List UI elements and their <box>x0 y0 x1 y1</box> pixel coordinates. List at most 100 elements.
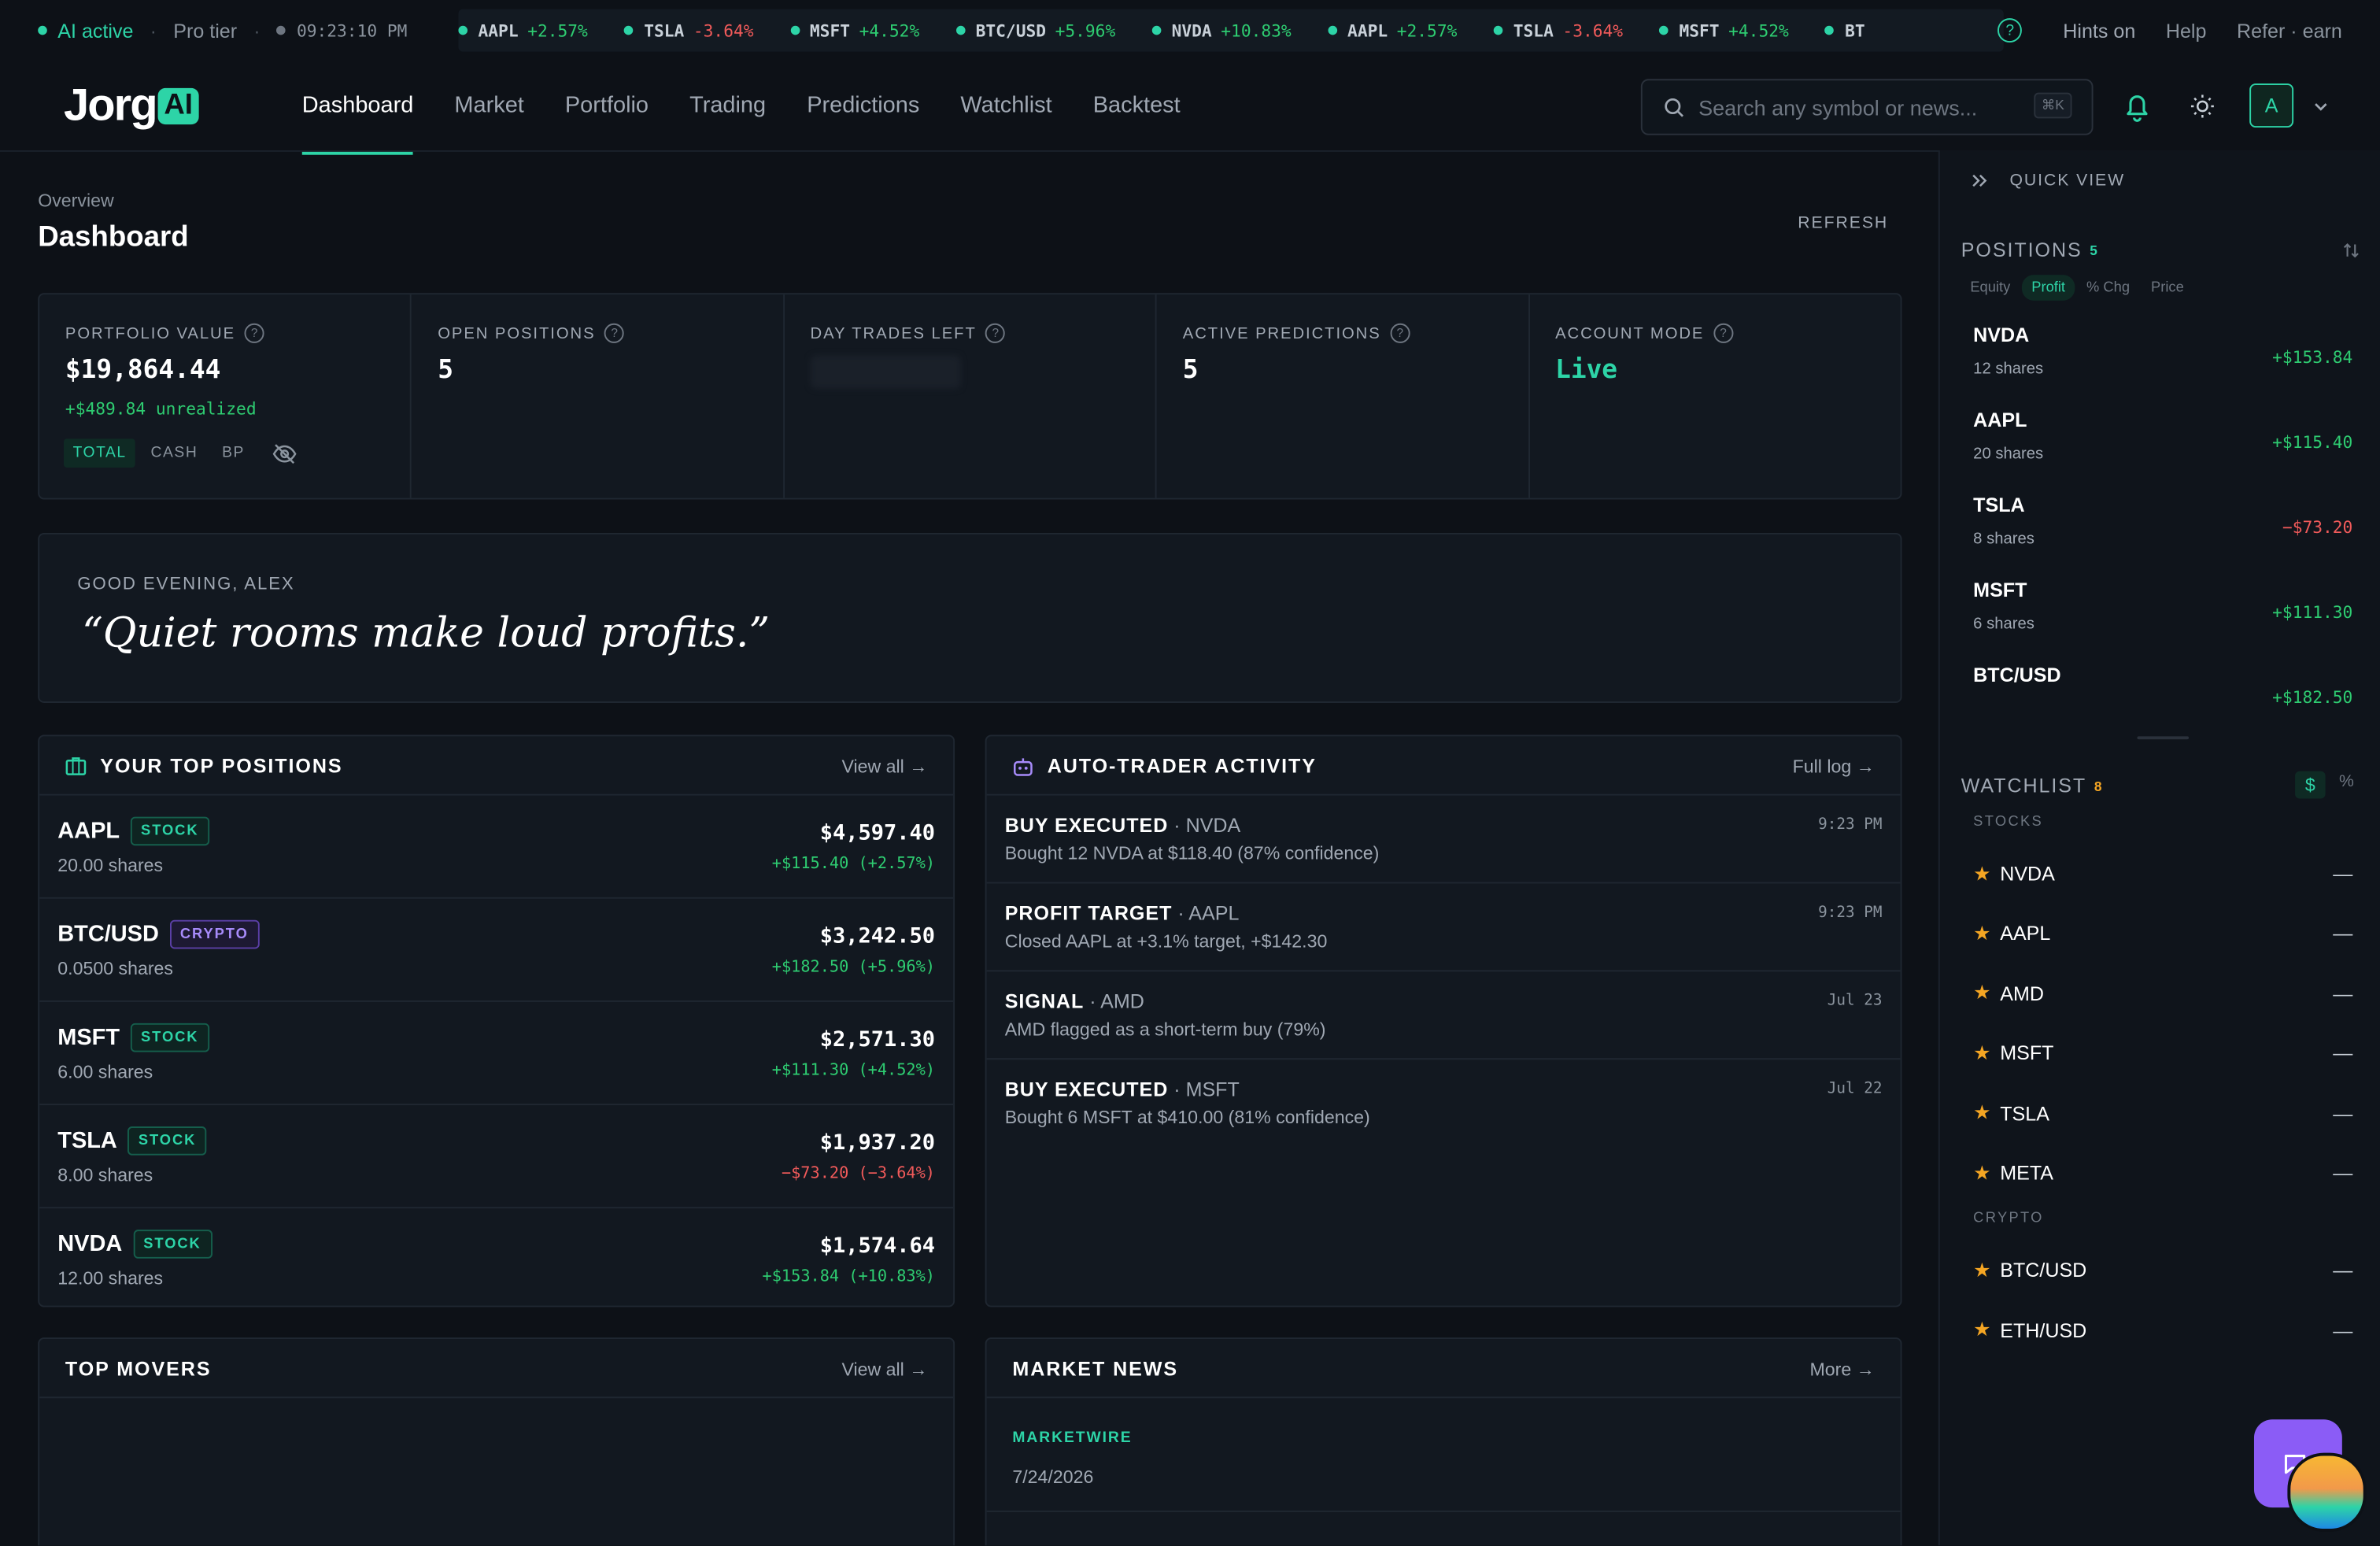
watchlist-group-label: CRYPTO <box>1973 1210 2044 1228</box>
activity-row[interactable]: PROFIT TARGET · AAPL Closed AAPL at +3.1%… <box>986 883 1901 972</box>
view-all-movers-link[interactable]: View all → <box>841 1359 927 1380</box>
chevrons-right-icon <box>1972 174 1987 187</box>
positions-sort-segment: Equity Profit% Chg Price <box>1961 275 2196 301</box>
star-icon[interactable]: ★ <box>1973 1319 1990 1343</box>
star-icon[interactable]: ★ <box>1973 1160 1990 1185</box>
nav-tab-predictions[interactable]: Predictions <box>807 61 919 150</box>
ticker-change: -3.64% <box>1562 20 1624 41</box>
star-icon[interactable]: ★ <box>1973 1100 1990 1125</box>
ticker-item[interactable]: TSLA -3.64% <box>624 20 754 40</box>
activity-kind: BUY EXECUTED <box>1004 813 1169 837</box>
star-icon[interactable]: ★ <box>1973 921 1990 945</box>
help-circle-icon[interactable]: ? <box>1390 323 1410 343</box>
segment-chg[interactable]: % Chg <box>2077 275 2138 301</box>
position-row[interactable]: MSFT STOCK 6.00 shares $2,571.30 +$111.30 (+… <box>39 1002 954 1106</box>
breadcrumb[interactable]: Overview <box>38 190 113 211</box>
nav-tab-backtest[interactable]: Backtest <box>1093 61 1181 150</box>
more-news-link[interactable]: More → <box>1809 1359 1874 1380</box>
quick-position-row[interactable]: AAPL 20 shares +$115.40 <box>1973 387 2352 472</box>
quick-position-row[interactable]: NVDA 12 shares +$153.84 <box>1973 302 2352 387</box>
nav-tab-dashboard[interactable]: Dashboard <box>301 61 415 155</box>
eye-off-icon[interactable] <box>272 442 298 464</box>
nav-tab-watchlist[interactable]: Watchlist <box>960 61 1051 150</box>
star-icon[interactable]: ★ <box>1973 981 1990 1005</box>
ticker-item[interactable]: BT <box>1825 20 1874 40</box>
ticker-item[interactable]: AAPL +2.57% <box>1327 20 1457 40</box>
position-row[interactable]: NVDA STOCK 12.00 shares $1,574.64 +$153.84 (… <box>39 1208 953 1305</box>
full-log-link[interactable]: Full log → <box>1793 756 1875 777</box>
position-symbol: BTC/USD CRYPTO <box>57 919 260 949</box>
help-circle-icon[interactable]: ? <box>604 323 625 343</box>
symbol-text: MSFT <box>57 1024 120 1051</box>
ticker-item[interactable]: MSFT +4.52% <box>1659 20 1789 40</box>
asset-type-badge: STOCK <box>130 816 210 846</box>
help-circle-icon[interactable]: ? <box>1713 323 1734 343</box>
toggle-dollar[interactable]: $ <box>2295 771 2326 799</box>
pill-cash[interactable]: CASH <box>142 438 207 468</box>
kpi-label: ACCOUNT MODE? <box>1555 323 1734 343</box>
quick-position-row[interactable]: BTC/USD +$182.50 <box>1973 642 2352 716</box>
pill-total[interactable]: TOTAL <box>64 438 136 468</box>
help-circle-icon[interactable]: ? <box>985 323 1006 343</box>
activity-row[interactable]: SIGNAL · AMD AMD flagged as a short-term … <box>986 971 1901 1060</box>
refresh-button[interactable]: REFRESH <box>1798 214 1888 232</box>
search-input[interactable]: Search any symbol or news... <box>1698 95 1977 120</box>
watchlist-item[interactable]: ★ TSLA — <box>1973 1083 2352 1142</box>
scrollbar[interactable] <box>2137 736 2190 740</box>
kpi-label: ACTIVE PREDICTIONS? <box>1183 323 1410 343</box>
kpi-label-text: OPEN POSITIONS <box>438 324 596 342</box>
quick-position-row[interactable]: MSFT 6 shares +$111.30 <box>1973 557 2352 642</box>
pill-bp[interactable]: BP <box>213 438 254 468</box>
kpi-label: DAY TRADES LEFT? <box>811 323 1006 343</box>
quick-view-header[interactable]: QUICK VIEW <box>1970 172 2125 190</box>
ticker-item[interactable]: NVDA +10.83% <box>1151 20 1292 40</box>
position-row[interactable]: TSLA STOCK 8.00 shares $1,937.20 −$73.20 (−3… <box>39 1105 954 1209</box>
chevron-down-icon[interactable] <box>2312 96 2330 114</box>
segment-profit[interactable]: Profit <box>2022 275 2075 301</box>
watchlist-item[interactable]: ★ AMD — <box>1973 963 2352 1023</box>
watchlist-item[interactable]: ★ MSFT — <box>1973 1023 2352 1082</box>
ticker-item[interactable]: TSLA -3.64% <box>1493 20 1624 41</box>
activity-row[interactable]: BUY EXECUTED · NVDA Bought 12 NVDA at $11… <box>986 796 1901 884</box>
avatar-badge[interactable] <box>2287 1452 2367 1532</box>
watchlist-item[interactable]: ★ NVDA — <box>1973 844 2352 903</box>
star-icon[interactable]: ★ <box>1973 1041 1990 1065</box>
ticker-item[interactable]: BTC/USD +5.96% <box>955 20 1115 40</box>
nav-tab-market[interactable]: Market <box>454 61 523 150</box>
nav-tab-trading[interactable]: Trading <box>689 61 766 150</box>
watchlist-item[interactable]: ★ AAPL — <box>1973 904 2352 963</box>
segment-price[interactable]: Price <box>2142 275 2193 301</box>
star-icon[interactable]: ★ <box>1973 861 1990 886</box>
ai-status[interactable]: AI active <box>38 19 133 42</box>
search-box[interactable]: Search any symbol or news... ⌘K <box>1640 79 2094 135</box>
sort-icon[interactable] <box>2342 242 2360 260</box>
activity-title: PROFIT TARGET · AAPL <box>1005 902 1240 925</box>
avatar[interactable]: A <box>2249 83 2294 128</box>
ticker-item[interactable]: AAPL +2.57% <box>458 20 588 40</box>
watchlist-item[interactable]: ★ ETH/USD — <box>1973 1300 2352 1359</box>
star-icon[interactable]: ★ <box>1973 1259 1990 1283</box>
symbol-text: BTC/USD <box>57 921 159 948</box>
position-change: −$73.20 (−3.64%) <box>781 1164 936 1183</box>
quick-position-row[interactable]: TSLA 8 shares −$73.20 <box>1973 472 2352 557</box>
activity-row[interactable]: BUY EXECUTED · MSFT Bought 6 MSFT at $410… <box>987 1060 1901 1146</box>
logo[interactable]: Jorg AI <box>64 80 199 132</box>
help-circle-icon[interactable]: ? <box>244 323 264 343</box>
bell-icon[interactable] <box>2119 87 2155 124</box>
nav-tab-portfolio[interactable]: Portfolio <box>565 61 649 150</box>
position-row[interactable]: BTC/USD CRYPTO 0.0500 shares $3,242.50 +$182… <box>39 899 954 1002</box>
watchlist-item[interactable]: ★ BTC/USD — <box>1973 1241 2352 1300</box>
position-symbol: TSLA STOCK <box>57 1126 207 1156</box>
view-all-positions-link[interactable]: View all → <box>841 756 927 777</box>
ticker-item[interactable]: MSFT +4.52% <box>789 20 919 40</box>
sun-icon[interactable] <box>2189 92 2216 120</box>
position-row[interactable]: AAPL STOCK 20.00 shares $4,597.40 +$115.40 (… <box>39 796 954 899</box>
watchlist-item[interactable]: ★ META — <box>1973 1143 2352 1202</box>
segment-equity[interactable]: Equity <box>1961 275 2020 301</box>
news-source[interactable]: MARKETWIRE <box>1012 1430 1132 1447</box>
hints-toggle[interactable]: ? Hints on <box>1968 18 2135 43</box>
kpi-sub: +$489.84 unrealized <box>65 399 257 420</box>
help-link[interactable]: Help <box>2166 19 2207 42</box>
toggle-percent[interactable]: % <box>2339 773 2354 791</box>
refer-link[interactable]: Refer · earn <box>2237 19 2342 42</box>
